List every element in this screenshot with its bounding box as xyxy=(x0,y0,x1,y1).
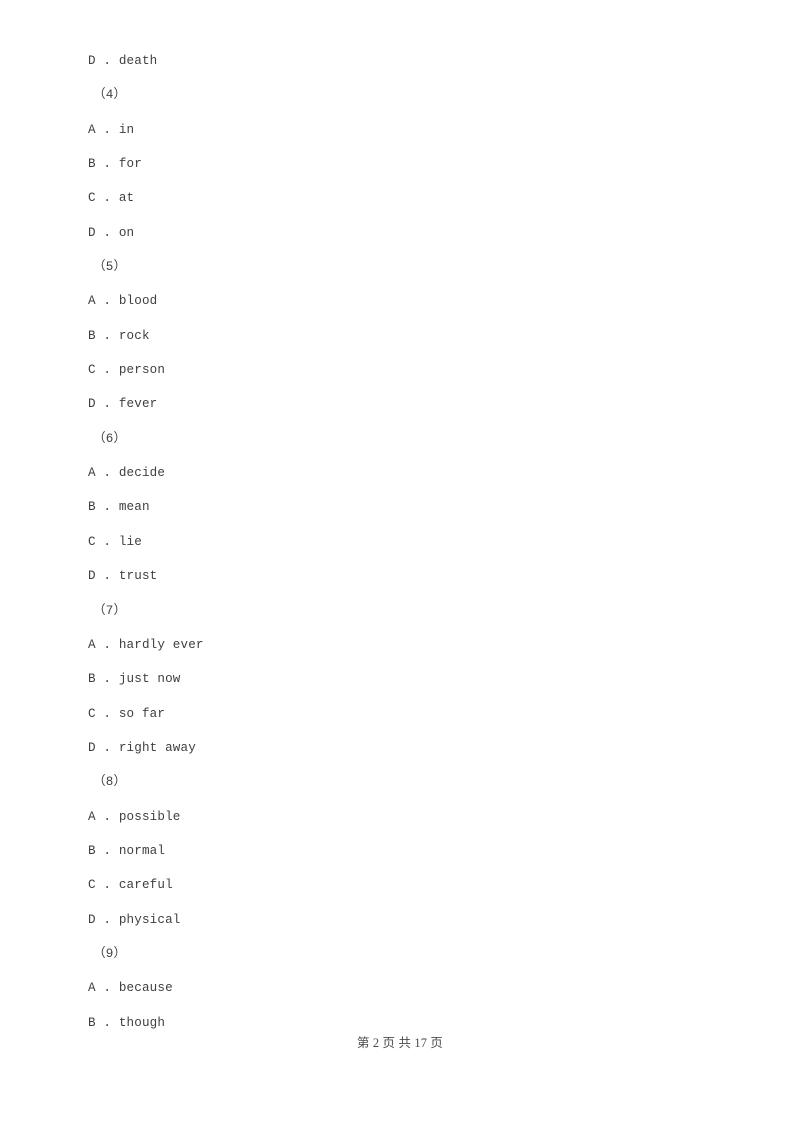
answer-option: C . so far xyxy=(88,706,166,721)
answer-option: A . blood xyxy=(88,294,158,309)
answer-option: B . just now xyxy=(88,672,181,687)
answer-option: C . at xyxy=(88,191,135,206)
answer-option: B . for xyxy=(88,157,142,172)
answer-option: C . person xyxy=(88,363,166,378)
question-group-label: （9） xyxy=(93,946,127,961)
question-group-label: （4） xyxy=(93,88,127,103)
answer-option: C . careful xyxy=(88,878,173,893)
answer-option: C . lie xyxy=(88,534,142,549)
answer-option: B . mean xyxy=(88,500,150,515)
page-footer: 第 2 页 共 17 页 xyxy=(356,1036,444,1050)
document-page: D . death （4） A . in B . for C . at D . on （5）… xyxy=(0,0,800,1132)
answer-option: A . in xyxy=(88,122,135,137)
answer-option: D . fever xyxy=(88,397,158,412)
answer-option: A . decide xyxy=(88,466,166,481)
question-group-label: （7） xyxy=(93,603,127,618)
answer-option: D . physical xyxy=(88,912,181,927)
question-group-label: （5） xyxy=(93,260,127,275)
question-options-body: D . death （4） A . in B . for C . at D . on （5）… xyxy=(88,44,728,1040)
answer-option: A . possible xyxy=(88,809,181,824)
answer-option: D . on xyxy=(88,225,135,240)
answer-option: B . normal xyxy=(88,843,166,858)
answer-option: A . hardly ever xyxy=(88,637,204,652)
answer-option: D . right away xyxy=(88,740,196,755)
answer-option: B . rock xyxy=(88,328,150,343)
answer-option: A . because xyxy=(88,981,173,996)
question-group-label: （8） xyxy=(93,775,127,790)
question-group-label: （6） xyxy=(93,431,127,446)
answer-option: D . death xyxy=(88,54,158,68)
answer-option: D . trust xyxy=(88,569,158,584)
